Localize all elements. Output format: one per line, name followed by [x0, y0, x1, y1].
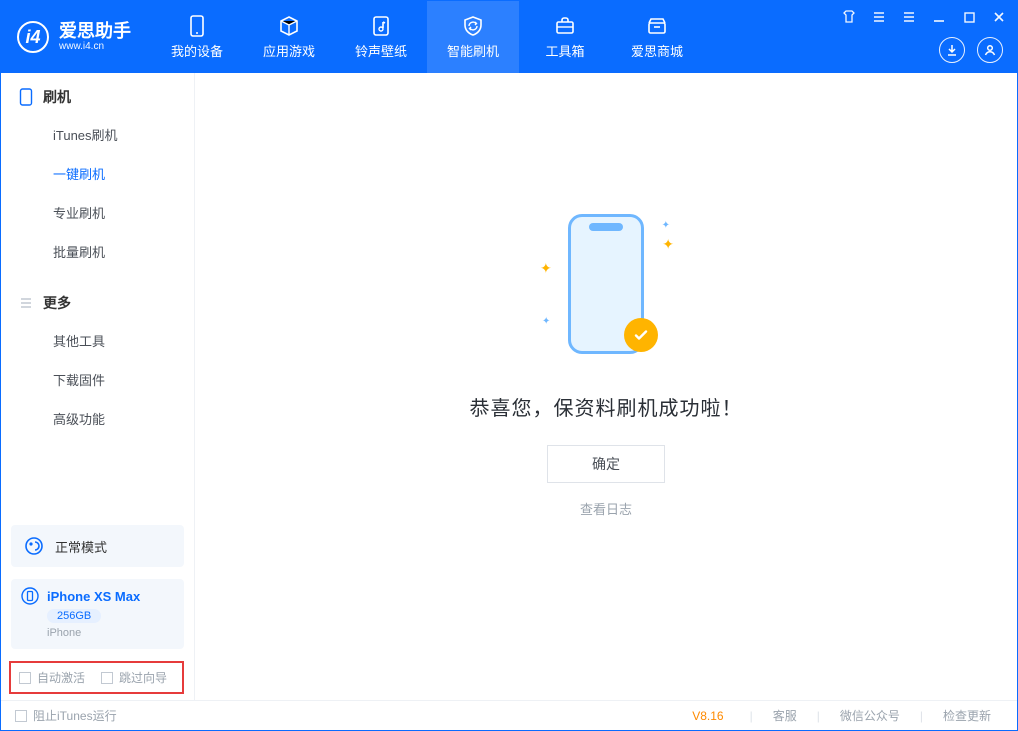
checkbox-label: 自动激活: [37, 669, 85, 686]
sparkle-icon: ✦: [662, 220, 670, 231]
maximize-button[interactable]: [959, 7, 979, 27]
version-label: V8.16: [692, 709, 723, 723]
brand-name: 爱思助手: [59, 22, 131, 42]
status-link-support[interactable]: 客服: [761, 707, 809, 724]
body: 刷机 iTunes刷机 一键刷机 专业刷机 批量刷机 更多 其他工具 下载固件 …: [1, 73, 1017, 700]
main-area: ✦ ✦ ✦ ✦ 恭喜您，保资料刷机成功啦！ 确定 查看日志: [195, 73, 1017, 700]
nav-tab-flash[interactable]: 智能刷机: [427, 1, 519, 73]
sidebar-group-flash: 刷机: [1, 73, 194, 115]
nav-label: 工具箱: [545, 41, 584, 60]
separator: |: [817, 709, 820, 723]
nav-tab-ringtone[interactable]: 铃声壁纸: [335, 1, 427, 73]
success-illustration: ✦ ✦ ✦ ✦: [546, 196, 666, 366]
status-link-wechat[interactable]: 微信公众号: [828, 707, 912, 724]
sidebar-item-other-tools[interactable]: 其他工具: [1, 321, 194, 360]
sparkle-icon: ✦: [662, 236, 674, 253]
mode-label: 正常模式: [55, 537, 107, 556]
statusbar: 阻止iTunes运行 V8.16 | 客服 | 微信公众号 | 检查更新: [1, 700, 1017, 730]
sidebar-group-title: 更多: [43, 293, 71, 313]
sidebar-group-more: 更多: [1, 279, 194, 321]
view-log-link[interactable]: 查看日志: [580, 499, 632, 518]
device-type: iPhone: [47, 627, 174, 639]
nav-tab-device[interactable]: 我的设备: [151, 1, 243, 73]
device-icon: [188, 15, 206, 37]
separator: |: [920, 709, 923, 723]
device-name: iPhone XS Max: [47, 589, 140, 604]
brand-text: 爱思助手 www.i4.cn: [59, 22, 131, 53]
sidebar-item-batch-flash[interactable]: 批量刷机: [1, 232, 194, 271]
close-button[interactable]: [989, 7, 1009, 27]
music-file-icon: [371, 15, 391, 37]
download-button[interactable]: [939, 37, 965, 63]
sparkle-icon: ✦: [540, 260, 552, 277]
status-link-update[interactable]: 检查更新: [931, 707, 1003, 724]
bars-icon[interactable]: [899, 7, 919, 27]
nav-label: 智能刷机: [447, 41, 499, 60]
titlebar: i4 爱思助手 www.i4.cn 我的设备 应用游戏: [1, 1, 1017, 73]
store-icon: [646, 15, 668, 37]
minimize-button[interactable]: [929, 7, 949, 27]
checkbox-icon: [19, 672, 31, 684]
device-card[interactable]: iPhone XS Max 256GB iPhone: [11, 579, 184, 649]
brand-url: www.i4.cn: [59, 41, 131, 52]
phone-outline-icon: [19, 88, 33, 106]
tshirt-icon[interactable]: [839, 7, 859, 27]
sidebar-item-pro-flash[interactable]: 专业刷机: [1, 193, 194, 232]
sync-shield-icon: [462, 15, 484, 37]
nav-tabs: 我的设备 应用游戏 铃声壁纸 智能刷机: [151, 1, 703, 73]
sidebar-item-onekey-flash[interactable]: 一键刷机: [1, 154, 194, 193]
nav-label: 我的设备: [171, 41, 223, 60]
app-window: i4 爱思助手 www.i4.cn 我的设备 应用游戏: [0, 0, 1018, 731]
separator: |: [750, 709, 753, 723]
checkbox-label: 阻止iTunes运行: [33, 707, 117, 724]
mode-normal-icon: [23, 535, 45, 557]
mode-card[interactable]: 正常模式: [11, 525, 184, 567]
device-phone-icon: [21, 587, 39, 605]
checkbox-block-itunes[interactable]: 阻止iTunes运行: [15, 707, 117, 724]
nav-tab-store[interactable]: 爱思商城: [611, 1, 703, 73]
account-button[interactable]: [977, 37, 1003, 63]
checkbox-icon: [15, 710, 27, 722]
checkbox-auto-activate[interactable]: 自动激活: [19, 669, 85, 686]
brand-logo-icon: i4: [17, 21, 49, 53]
cube-icon: [278, 15, 300, 37]
check-badge-icon: [624, 318, 658, 352]
sidebar-item-advanced[interactable]: 高级功能: [1, 399, 194, 438]
sidebar-group-title: 刷机: [43, 87, 71, 107]
titlebar-actions: [939, 37, 1003, 63]
nav-label: 应用游戏: [263, 41, 315, 60]
sidebar-item-download-firmware[interactable]: 下载固件: [1, 360, 194, 399]
sparkle-icon: ✦: [542, 316, 550, 327]
nav-label: 爱思商城: [631, 41, 683, 60]
success-message: 恭喜您，保资料刷机成功啦！: [470, 392, 743, 421]
confirm-button[interactable]: 确定: [547, 445, 665, 483]
checkbox-skip-guide[interactable]: 跳过向导: [101, 669, 167, 686]
checkbox-icon: [101, 672, 113, 684]
checkbox-label: 跳过向导: [119, 669, 167, 686]
nav-tab-apps[interactable]: 应用游戏: [243, 1, 335, 73]
sidebar: 刷机 iTunes刷机 一键刷机 专业刷机 批量刷机 更多 其他工具 下载固件 …: [1, 73, 195, 700]
more-lines-icon: [19, 296, 33, 310]
window-controls: [839, 7, 1009, 27]
options-highlight-box: 自动激活 跳过向导: [9, 661, 184, 694]
nav-tab-toolbox[interactable]: 工具箱: [519, 1, 611, 73]
nav-label: 铃声壁纸: [355, 41, 407, 60]
brand-area: i4 爱思助手 www.i4.cn: [1, 1, 151, 73]
toolbox-icon: [554, 15, 576, 37]
sidebar-item-itunes-flash[interactable]: iTunes刷机: [1, 115, 194, 154]
device-storage-badge: 256GB: [47, 609, 101, 623]
menu-list-icon[interactable]: [869, 7, 889, 27]
